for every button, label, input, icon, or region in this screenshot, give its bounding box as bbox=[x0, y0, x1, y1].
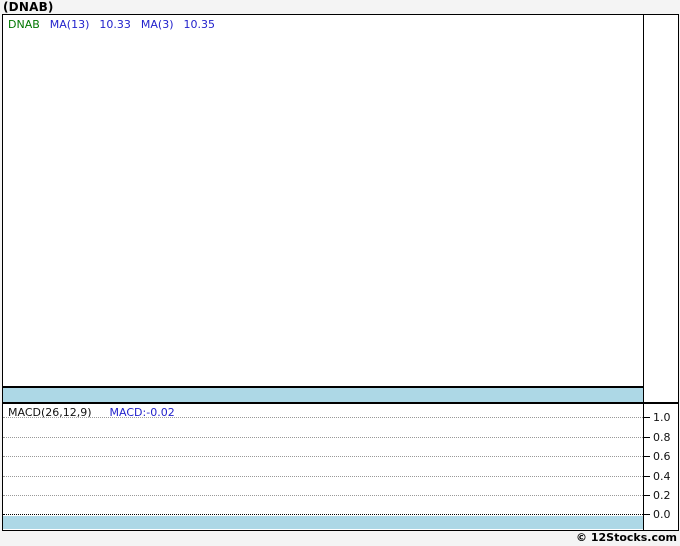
blue-band-main bbox=[3, 388, 643, 402]
blue-band-macd bbox=[3, 516, 643, 529]
axis-label-0-4: 0.4 bbox=[653, 470, 671, 483]
gridline-1-0 bbox=[3, 417, 643, 418]
ma13-label: MA(13) bbox=[49, 18, 90, 31]
axis-label-1-0: 1.0 bbox=[653, 411, 671, 424]
ma3-value: 10.35 bbox=[183, 18, 216, 31]
axis-tickmark-0-2 bbox=[644, 495, 650, 496]
zero-gridline bbox=[3, 514, 643, 515]
gridline-0-8 bbox=[3, 437, 643, 438]
axis-label-0-6: 0.6 bbox=[653, 450, 671, 463]
axis-label-0-0: 0.0 bbox=[653, 508, 671, 521]
axis-tickmark-0-6 bbox=[644, 456, 650, 457]
gridline-0-6 bbox=[3, 456, 643, 457]
chart-frame: DNAB MA(13) 10.33 MA(3) 10.35 MACD(26,12,9) M… bbox=[2, 14, 679, 531]
ticker-symbol: DNAB bbox=[8, 18, 40, 31]
macd-panel-top-border bbox=[3, 402, 678, 404]
ma3-label: MA(3) bbox=[140, 18, 174, 31]
stock-chart-page: { "page": { "title": "(DNAB)", "copyrigh… bbox=[0, 0, 680, 546]
axis-tickmark-1-0 bbox=[644, 417, 650, 418]
axis-tickmark-0-8 bbox=[644, 437, 650, 438]
page-title: (DNAB) bbox=[3, 0, 54, 14]
gridline-0-4 bbox=[3, 476, 643, 477]
axis-tickmark-0-4 bbox=[644, 476, 650, 477]
copyright-link[interactable]: © 12Stocks.com bbox=[576, 531, 677, 544]
ma13-value: 10.33 bbox=[99, 18, 131, 31]
axis-tickmark-0-0 bbox=[644, 514, 650, 515]
axis-label-0-2: 0.2 bbox=[653, 489, 671, 502]
gridline-0-2 bbox=[3, 495, 643, 496]
axis-divider bbox=[643, 15, 644, 530]
axis-label-0-8: 0.8 bbox=[653, 431, 671, 444]
price-legend: DNAB MA(13) 10.33 MA(3) 10.35 bbox=[8, 18, 225, 31]
